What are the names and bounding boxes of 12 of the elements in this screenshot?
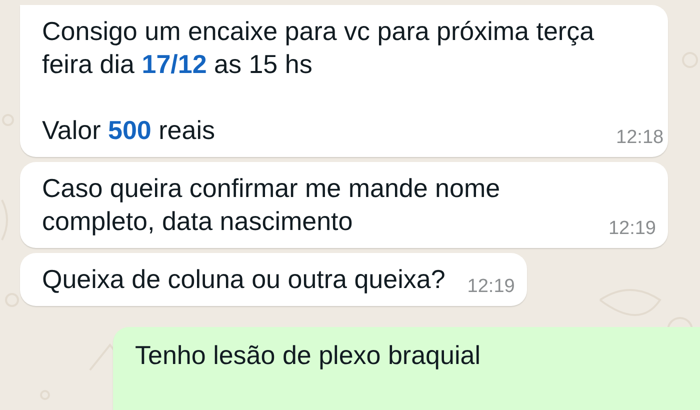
message-text: Queixa de coluna ou outra queixa? — [42, 263, 446, 296]
message-bubble[interactable]: Queixa de coluna ou outra queixa? 12:19 — [20, 253, 527, 306]
message-text: Caso queira confirmar me mande nome completo, data nascimento — [42, 172, 502, 238]
message-text: Valor 500 reais — [42, 114, 216, 147]
message-time: 12:19 — [467, 276, 515, 298]
message-text: Consigo um encaixe para vc para próxima terça feira dia 17/12 as 15 hs — [42, 15, 594, 81]
message-text: Tenho lesão de plexo braquial — [135, 339, 480, 372]
message-bubble[interactable]: Tenho lesão de plexo braquial — [113, 327, 700, 410]
message-time: 12:19 — [608, 218, 656, 240]
message-bubble[interactable]: Consigo um encaixe para vc para próxima terça feira dia 17/12 as 15 hs Valor 500 reais 12:18 — [20, 5, 668, 157]
message-time: 12:18 — [616, 127, 664, 149]
message-bubble[interactable]: Caso queira confirmar me mande nome completo, data nascimento 12:19 — [20, 162, 668, 248]
